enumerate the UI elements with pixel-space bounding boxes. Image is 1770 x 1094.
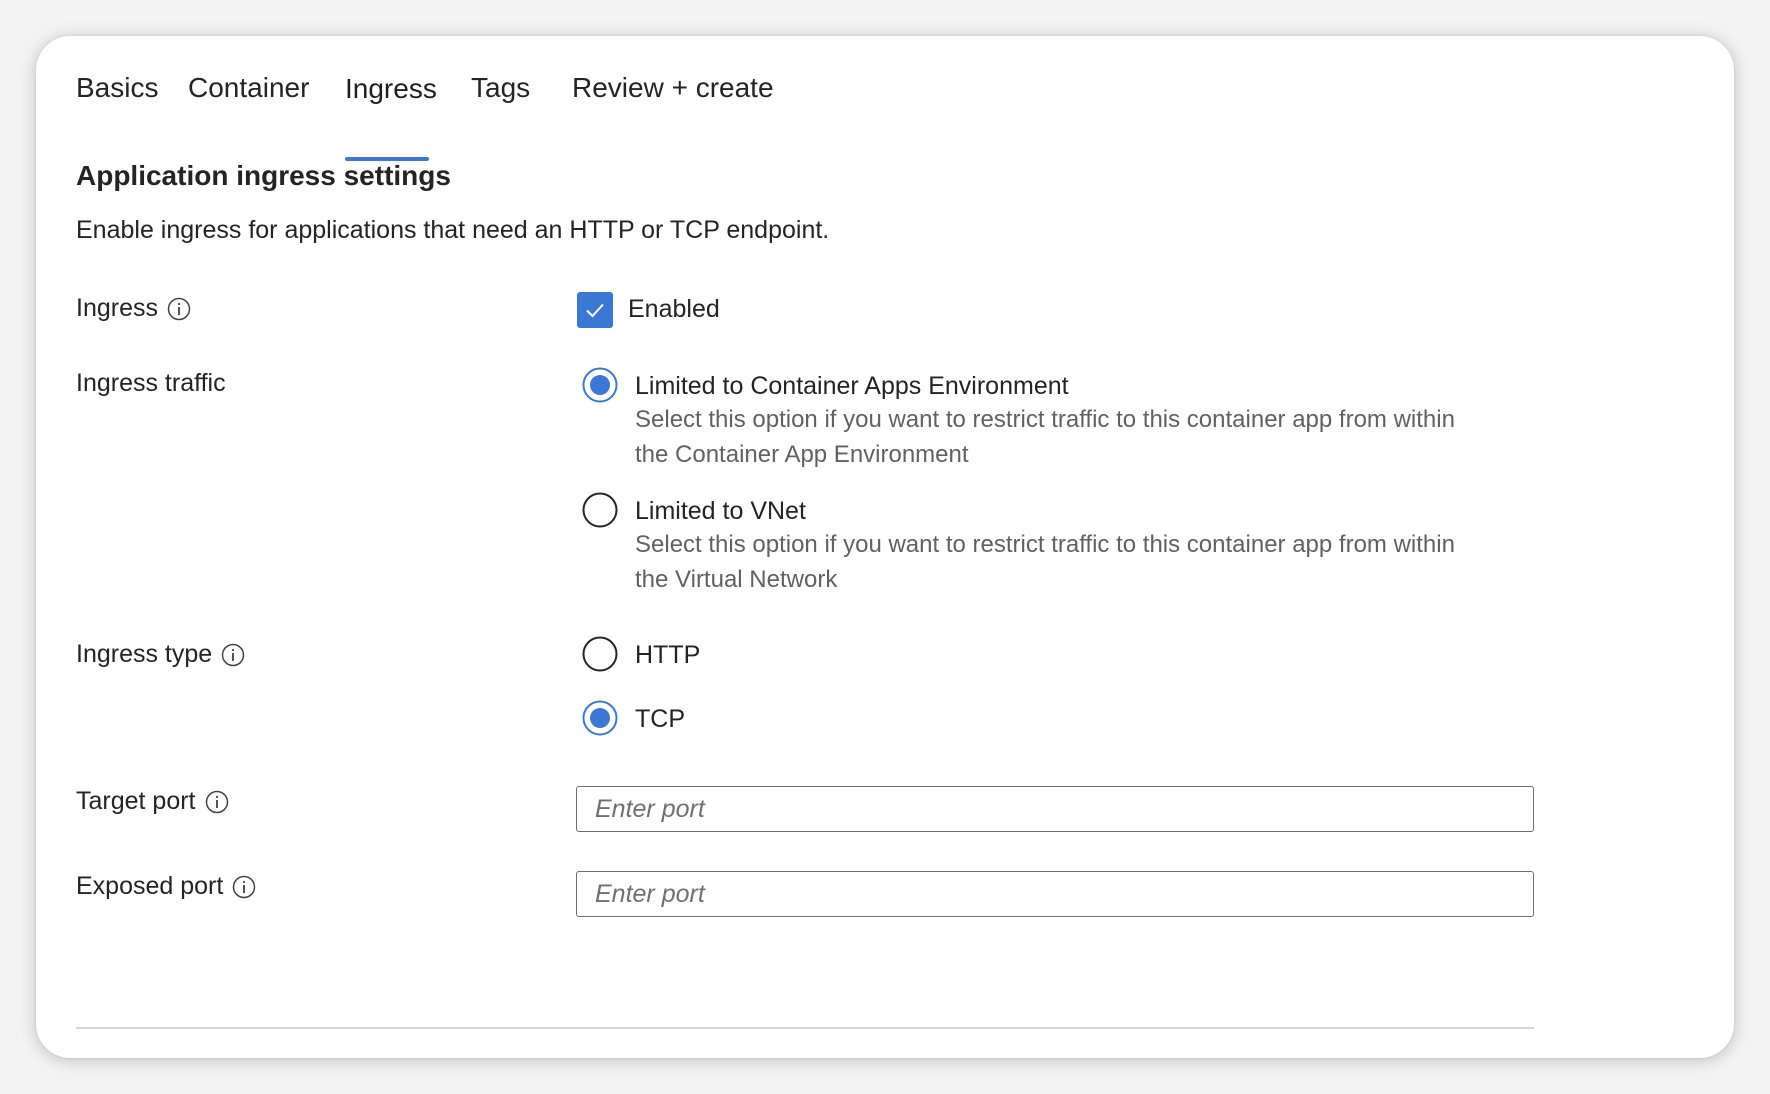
radio-http[interactable] <box>582 636 618 672</box>
info-icon[interactable] <box>205 790 229 814</box>
ingress-traffic-label-row: Ingress traffic <box>76 369 226 398</box>
tab-tags[interactable]: Tags <box>471 72 530 104</box>
ingress-traffic-label: Ingress traffic <box>76 369 226 397</box>
radio-limited-container-apps-environment-label: Limited to Container Apps Environment <box>635 372 1069 400</box>
section-title: Application ingress settings <box>76 160 451 191</box>
exposed-port-label-row: Exposed port <box>76 872 256 901</box>
target-port-label: Target port <box>76 787 196 815</box>
radio-tcp-label: TCP <box>635 705 685 733</box>
ingress-type-label: Ingress type <box>76 640 213 668</box>
section-divider <box>76 1027 1534 1029</box>
ingress-settings-panel: Basics Container Ingress Tags Review + c… <box>36 36 1734 1058</box>
ingress-type-label-row: Ingress type <box>76 640 245 669</box>
info-icon[interactable] <box>232 875 256 899</box>
tab-review-create[interactable]: Review + create <box>572 72 774 104</box>
ingress-label-row: Ingress <box>76 294 191 323</box>
target-port-input[interactable] <box>576 786 1534 832</box>
tab-basics[interactable]: Basics <box>76 72 158 104</box>
ingress-enabled-label: Enabled <box>628 295 720 323</box>
ingress-enabled-checkbox[interactable] <box>577 292 613 328</box>
radio-limited-to-vnet-label: Limited to VNet <box>635 497 806 525</box>
target-port-label-row: Target port <box>76 787 229 816</box>
exposed-port-label: Exposed port <box>76 872 224 900</box>
info-icon[interactable] <box>167 297 191 321</box>
radio-limited-to-vnet-description: Select this option if you want to restri… <box>635 531 1455 593</box>
section-description: Enable ingress for applications that nee… <box>76 216 830 244</box>
radio-limited-container-apps-environment[interactable] <box>582 367 618 403</box>
tab-container[interactable]: Container <box>188 72 309 104</box>
radio-limited-container-apps-environment-description: Select this option if you want to restri… <box>635 406 1455 468</box>
checkmark-icon <box>586 303 604 318</box>
ingress-label: Ingress <box>76 294 158 322</box>
radio-limited-to-vnet[interactable] <box>582 492 618 528</box>
radio-tcp[interactable] <box>582 700 618 736</box>
info-icon[interactable] <box>221 643 245 667</box>
tab-ingress[interactable]: Ingress <box>345 73 437 105</box>
radio-http-label: HTTP <box>635 641 701 669</box>
exposed-port-input[interactable] <box>576 871 1534 917</box>
